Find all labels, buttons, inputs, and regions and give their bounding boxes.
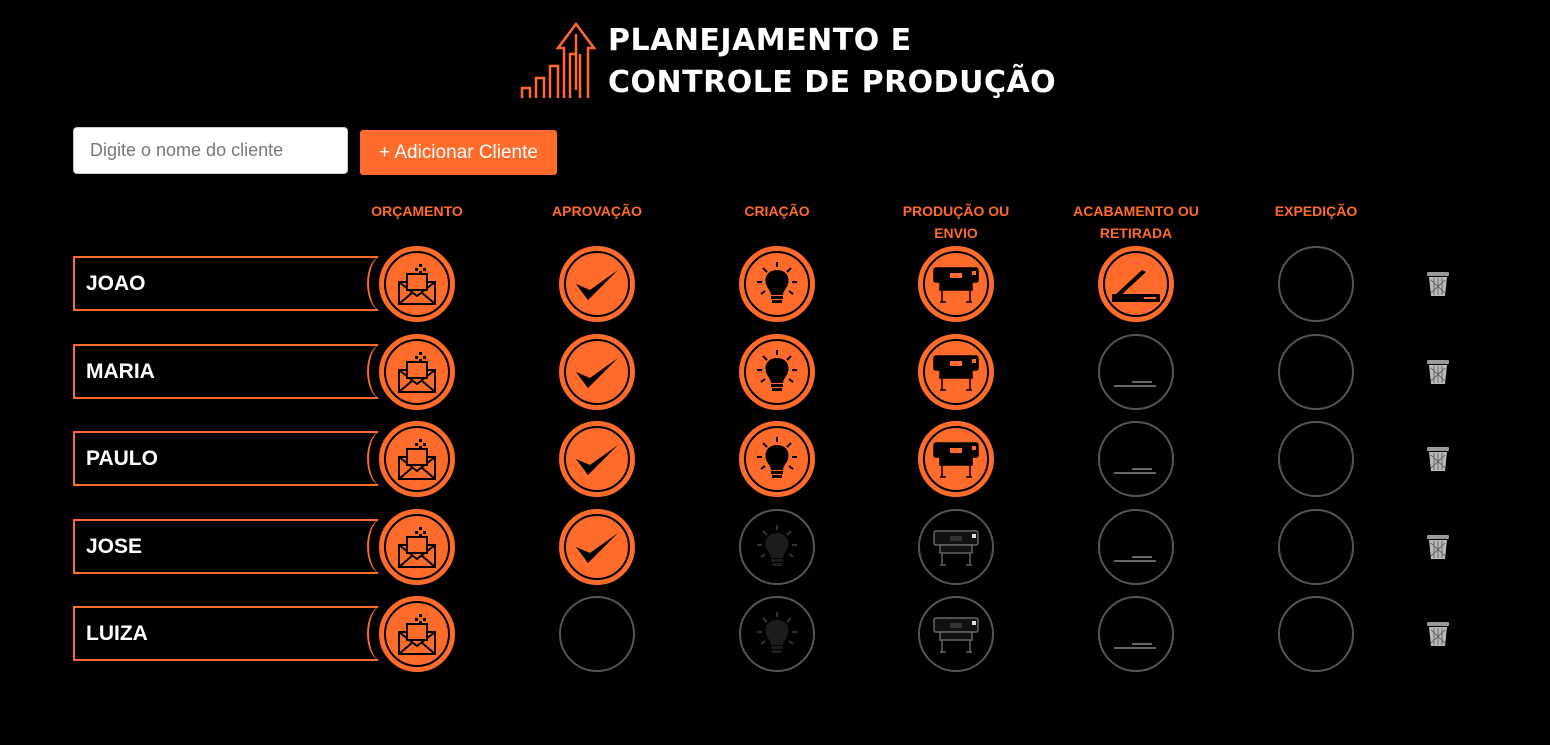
stage-acabamento-toggle[interactable] [1098, 334, 1174, 410]
client-name: PAULO [73, 431, 378, 486]
app-header: PLANEJAMENTO E CONTROLE DE PRODUÇÃO [518, 20, 1056, 104]
stage-expedicao-toggle[interactable] [1278, 421, 1354, 497]
trash-icon[interactable] [1426, 359, 1450, 385]
stage-orcamento-toggle[interactable] [379, 509, 455, 585]
stage-expedicao-toggle[interactable] [1278, 334, 1354, 410]
column-header-aprovacao: APROVAÇÃO [552, 203, 642, 219]
client-name-input[interactable] [73, 127, 348, 174]
stage-expedicao-toggle[interactable] [1278, 246, 1354, 322]
column-header-criacao: CRIAÇÃO [744, 203, 810, 219]
client-name: JOAO [73, 256, 378, 311]
stage-producao-toggle[interactable] [918, 509, 994, 585]
stage-criacao-toggle[interactable] [739, 246, 815, 322]
stage-aprovacao-toggle[interactable] [559, 509, 635, 585]
trash-icon[interactable] [1426, 271, 1450, 297]
client-name: LUIZA [73, 606, 378, 661]
trash-icon[interactable] [1426, 621, 1450, 647]
stage-acabamento-toggle[interactable] [1098, 246, 1174, 322]
client-row: MARIA [0, 330, 1550, 410]
stage-acabamento-toggle[interactable] [1098, 509, 1174, 585]
client-name: JOSE [73, 519, 378, 574]
stage-orcamento-toggle[interactable] [379, 334, 455, 410]
growth-arrow-bars-icon [520, 21, 597, 98]
stage-aprovacao-toggle[interactable] [559, 421, 635, 497]
client-row: LUIZA [0, 592, 1550, 672]
stage-criacao-toggle[interactable] [739, 421, 815, 497]
trash-icon[interactable] [1426, 534, 1450, 560]
add-client-button[interactable]: + Adicionar Cliente [360, 130, 557, 175]
trash-icon[interactable] [1426, 446, 1450, 472]
stage-producao-toggle[interactable] [918, 421, 994, 497]
column-header-orcamento: ORÇAMENTO [371, 203, 463, 219]
stage-criacao-toggle[interactable] [739, 509, 815, 585]
client-name: MARIA [73, 344, 378, 399]
stage-orcamento-toggle[interactable] [379, 246, 455, 322]
stage-producao-toggle[interactable] [918, 246, 994, 322]
stage-expedicao-toggle[interactable] [1278, 596, 1354, 672]
stage-criacao-toggle[interactable] [739, 334, 815, 410]
stage-expedicao-toggle[interactable] [1278, 509, 1354, 585]
stage-aprovacao-toggle[interactable] [559, 334, 635, 410]
stage-producao-toggle[interactable] [918, 334, 994, 410]
client-row: PAULO [0, 417, 1550, 497]
title-line-1: PLANEJAMENTO E [608, 23, 912, 58]
title-line-2: CONTROLE DE PRODUÇÃO [608, 65, 1057, 100]
client-row: JOAO [0, 242, 1550, 322]
stage-aprovacao-toggle[interactable] [559, 596, 635, 672]
stage-aprovacao-toggle[interactable] [559, 246, 635, 322]
page-title: PLANEJAMENTO E CONTROLE DE PRODUÇÃO [608, 20, 1056, 104]
stage-orcamento-toggle[interactable] [379, 596, 455, 672]
stage-acabamento-toggle[interactable] [1098, 421, 1174, 497]
stage-acabamento-toggle[interactable] [1098, 596, 1174, 672]
column-header-acabamento: ACABAMENTO OU RETIRADA [1073, 203, 1199, 241]
stage-producao-toggle[interactable] [918, 596, 994, 672]
column-header-producao: PRODUÇÃO OU ENVIO [902, 203, 1010, 241]
client-row: JOSE [0, 505, 1550, 585]
column-header-expedicao: EXPEDIÇÃO [1274, 203, 1358, 219]
stage-orcamento-toggle[interactable] [379, 421, 455, 497]
stage-criacao-toggle[interactable] [739, 596, 815, 672]
